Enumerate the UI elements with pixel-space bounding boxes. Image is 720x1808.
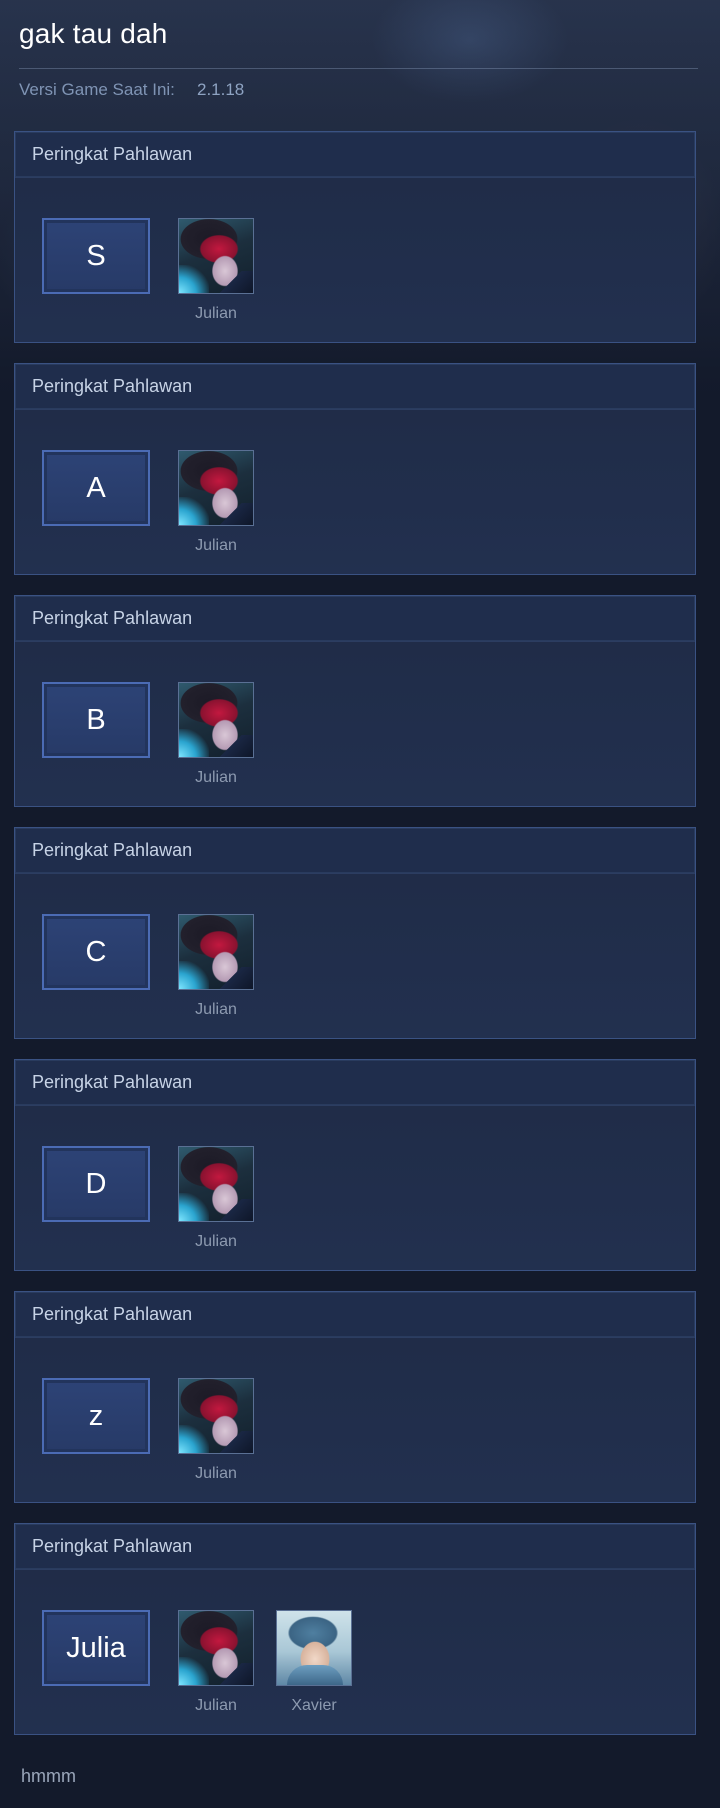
hero-name: Julian (195, 537, 237, 554)
tier-card-header: Peringkat Pahlawan (15, 1524, 695, 1570)
tier-card-header: Peringkat Pahlawan (15, 596, 695, 642)
hero-item[interactable]: Julian (178, 682, 254, 787)
page: gak tau dah Versi Game Saat Ini: 2.1.18 … (0, 0, 720, 1808)
julian-portrait[interactable] (178, 1378, 254, 1454)
julian-portrait[interactable] (178, 450, 254, 526)
tier-label: Julia (42, 1610, 150, 1686)
portrait-detail (179, 1657, 209, 1685)
tier-list: Peringkat Pahlawan S Julian Peringkat Pahla… (14, 131, 696, 1755)
portrait-detail (179, 265, 209, 293)
tier-card-body: S Julian (15, 178, 695, 342)
hero-name: Julian (195, 769, 237, 786)
tier-card: Peringkat Pahlawan Julia Julian Xavier (14, 1523, 696, 1735)
portrait-detail (219, 967, 253, 989)
hero-name: Xavier (291, 1697, 337, 1714)
portrait-detail (219, 271, 253, 293)
tier-card-body: z Julian (15, 1338, 695, 1502)
version-value: 2.1.18 (197, 80, 245, 99)
hero-item[interactable]: Julian (178, 1378, 254, 1483)
hero-name: Julian (195, 1697, 237, 1714)
footer-note: hmmm (21, 1766, 76, 1786)
tier-card-body: C Julian (15, 874, 695, 1038)
hero-name: Julian (195, 1233, 237, 1250)
portrait-detail (179, 1425, 209, 1453)
tier-card: Peringkat Pahlawan C Julian (14, 827, 696, 1039)
portrait-detail (287, 1665, 343, 1685)
tier-label: A (42, 450, 150, 526)
tier-label: C (42, 914, 150, 990)
tier-card: Peringkat Pahlawan A Julian (14, 363, 696, 575)
hero-item[interactable]: Xavier (276, 1610, 352, 1715)
tier-card: Peringkat Pahlawan B Julian (14, 595, 696, 807)
page-header: gak tau dah Versi Game Saat Ini: 2.1.18 (19, 14, 698, 101)
portrait-detail (179, 729, 209, 757)
portrait-detail (219, 503, 253, 525)
tier-card-header: Peringkat Pahlawan (15, 1292, 695, 1338)
portrait-detail (219, 1199, 253, 1221)
xavier-portrait[interactable] (276, 1610, 352, 1686)
tier-card-body: A Julian (15, 410, 695, 574)
tier-card-body: Julia Julian Xavier (15, 1570, 695, 1734)
hero-name: Julian (195, 1001, 237, 1018)
hero-item[interactable]: Julian (178, 1610, 254, 1715)
portrait-detail (179, 1193, 209, 1221)
tier-card-header: Peringkat Pahlawan (15, 132, 695, 178)
portrait-detail (179, 497, 209, 525)
tier-card: Peringkat Pahlawan D Julian (14, 1059, 696, 1271)
hero-item[interactable]: Julian (178, 450, 254, 555)
portrait-detail (219, 1663, 253, 1685)
tier-card-header: Peringkat Pahlawan (15, 364, 695, 410)
tier-label: z (42, 1378, 150, 1454)
tier-label: D (42, 1146, 150, 1222)
portrait-detail (219, 1431, 253, 1453)
tier-card-body: B Julian (15, 642, 695, 806)
header-divider (19, 68, 698, 69)
tier-card: Peringkat Pahlawan z Julian (14, 1291, 696, 1503)
portrait-detail (179, 961, 209, 989)
hero-name: Julian (195, 305, 237, 322)
tier-label: S (42, 218, 150, 294)
tier-card-body: D Julian (15, 1106, 695, 1270)
julian-portrait[interactable] (178, 914, 254, 990)
version-info: Versi Game Saat Ini: 2.1.18 (19, 79, 698, 101)
version-label: Versi Game Saat Ini: (19, 80, 175, 99)
julian-portrait[interactable] (178, 1610, 254, 1686)
tier-card: Peringkat Pahlawan S Julian (14, 131, 696, 343)
hero-item[interactable]: Julian (178, 1146, 254, 1251)
tier-label: B (42, 682, 150, 758)
hero-item[interactable]: Julian (178, 914, 254, 1019)
tier-card-header: Peringkat Pahlawan (15, 828, 695, 874)
hero-name: Julian (195, 1465, 237, 1482)
julian-portrait[interactable] (178, 218, 254, 294)
julian-portrait[interactable] (178, 1146, 254, 1222)
page-title: gak tau dah (19, 18, 168, 49)
tier-card-header: Peringkat Pahlawan (15, 1060, 695, 1106)
julian-portrait[interactable] (178, 682, 254, 758)
hero-item[interactable]: Julian (178, 218, 254, 323)
portrait-detail (219, 735, 253, 757)
